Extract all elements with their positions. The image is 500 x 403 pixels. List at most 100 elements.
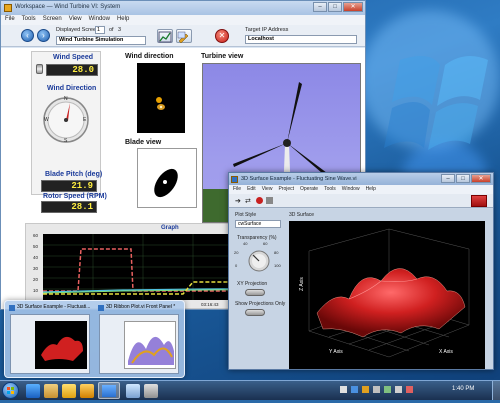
knob-tick: 40 xyxy=(243,241,248,246)
menu-window[interactable]: Window xyxy=(342,186,360,193)
taskbar-thumbnail-preview: 3D Surface Example - Fluctuati... 3D Rib… xyxy=(4,300,185,378)
window-titlebar[interactable]: 3D Surface Example - Fluctuating Sine Wa… xyxy=(229,173,493,185)
surface-plot-title: 3D Surface xyxy=(289,212,315,218)
network-icon[interactable] xyxy=(384,386,391,393)
menu-file[interactable]: File xyxy=(5,16,15,24)
blade-view-title: Blade view xyxy=(125,139,162,146)
plot-style-label: Plot Style xyxy=(235,212,257,218)
maximize-button[interactable]: □ xyxy=(328,2,342,12)
turbine-top-view xyxy=(156,97,165,110)
menu-bar: File Edit View Project Operate Tools Win… xyxy=(229,185,493,194)
tray-icon[interactable] xyxy=(351,386,358,393)
surface-front-panel: Plot Style cwSurface Transparency (%) 0 … xyxy=(229,209,493,369)
target-ip-field[interactable]: Localhost xyxy=(245,35,357,44)
windows-logo-icon xyxy=(7,387,14,394)
arrow-right-icon: › xyxy=(42,31,45,40)
minimize-button[interactable]: – xyxy=(313,2,327,12)
graph-x-tick: 03:16:43 xyxy=(201,302,219,307)
close-button[interactable]: ✕ xyxy=(471,174,491,183)
screen-index-field[interactable]: 1 xyxy=(95,26,105,34)
vi-icon xyxy=(9,305,15,311)
plot-style-select[interactable]: cwSurface xyxy=(235,220,281,228)
back-button[interactable]: ‹ xyxy=(21,29,34,42)
stop-button[interactable]: ✕ xyxy=(215,29,229,43)
menu-window[interactable]: Window xyxy=(89,16,110,24)
flag-icon[interactable] xyxy=(406,386,413,393)
workspace-icon[interactable] xyxy=(80,384,94,398)
start-button[interactable] xyxy=(2,382,19,399)
menu-tools[interactable]: Tools xyxy=(22,16,36,24)
graph-title: Graph xyxy=(161,225,179,231)
graph-y-tick: 30 xyxy=(33,266,39,271)
app-icon xyxy=(4,4,12,12)
menu-file[interactable]: File xyxy=(233,186,241,193)
thumbnail-3d-surface[interactable]: 3D Surface Example - Fluctuati... xyxy=(8,303,92,375)
run-arrow-icon[interactable]: ➔ xyxy=(235,197,241,205)
compass-south: S xyxy=(64,138,68,144)
pencil-icon xyxy=(177,31,189,44)
chart-button[interactable] xyxy=(157,29,173,43)
volume-icon[interactable] xyxy=(395,386,402,393)
knob-tick: 20 xyxy=(234,250,239,255)
active-task-button[interactable] xyxy=(98,382,120,399)
menu-operate[interactable]: Operate xyxy=(300,186,318,193)
rotor-speed-value: 28.1 xyxy=(41,201,97,213)
ie-icon[interactable] xyxy=(26,384,40,398)
show-projections-toggle[interactable] xyxy=(245,309,265,316)
xy-projection-toggle[interactable] xyxy=(245,289,265,296)
vi-icon xyxy=(98,305,104,311)
tray-icon[interactable] xyxy=(340,386,347,393)
compass-east: E xyxy=(83,117,87,123)
screen-name-select[interactable]: Wind Turbine Simulation xyxy=(56,36,146,45)
blade-pitch-label: Blade Pitch (deg) xyxy=(45,171,103,178)
surface-graphic xyxy=(308,228,470,358)
tool-icon[interactable] xyxy=(126,384,140,398)
menu-tools[interactable]: Tools xyxy=(324,186,336,193)
menu-view[interactable]: View xyxy=(262,186,273,193)
menu-help[interactable]: Help xyxy=(117,16,129,24)
clock[interactable]: 1:40 PM xyxy=(452,386,474,392)
thumbnail-3d-ribbon[interactable]: 3D Ribbon Plot.vi Front Panel * xyxy=(97,303,181,375)
labview-icon[interactable] xyxy=(62,384,76,398)
wind-speed-value: 28.0 xyxy=(46,64,98,76)
wind-direction-view-title: Wind direction xyxy=(125,53,174,60)
pause-icon[interactable] xyxy=(266,197,273,204)
close-button[interactable]: ✕ xyxy=(343,2,363,12)
window-titlebar[interactable]: Workspace — Wind Turbine VI: System – □ … xyxy=(1,1,365,15)
menu-bar: File Tools Screen View Window Help xyxy=(1,15,365,25)
blade-view xyxy=(137,148,197,208)
show-desktop-button[interactable] xyxy=(492,381,500,400)
graph-y-tick: 10 xyxy=(33,288,39,293)
menu-view[interactable]: View xyxy=(69,16,82,24)
3d-surface-plot[interactable]: Z Axis Y Axis X Axis xyxy=(289,221,485,369)
forward-button[interactable]: › xyxy=(37,29,50,42)
app-icon[interactable] xyxy=(144,384,158,398)
graph-y-tick: 60 xyxy=(33,233,39,238)
abort-icon[interactable] xyxy=(256,197,263,204)
compass-north: N xyxy=(64,96,68,102)
wind-speed-label: Wind Speed xyxy=(53,54,93,61)
3d-surface-window[interactable]: 3D Surface Example - Fluctuating Sine Wa… xyxy=(228,172,494,370)
menu-help[interactable]: Help xyxy=(366,186,376,193)
run-continuous-icon[interactable]: ⇄ xyxy=(245,197,251,205)
edit-button[interactable] xyxy=(176,29,192,44)
tray-icon[interactable] xyxy=(362,386,369,393)
tray-icon[interactable] xyxy=(373,386,380,393)
explorer-icon[interactable] xyxy=(44,384,58,398)
menu-edit[interactable]: Edit xyxy=(247,186,256,193)
vi-stack-icon xyxy=(102,385,116,397)
menu-screen[interactable]: Screen xyxy=(43,16,62,24)
transparency-knob[interactable] xyxy=(239,243,279,279)
turbine-view-title: Turbine view xyxy=(201,53,244,60)
menu-project[interactable]: Project xyxy=(278,186,294,193)
screen-of-label: of xyxy=(109,27,114,33)
maximize-button[interactable]: □ xyxy=(456,174,470,183)
toolbar: ‹ › Displayed Screen: 1 of 3 Wind Turbin… xyxy=(1,25,365,47)
minimize-button[interactable]: – xyxy=(441,174,455,183)
wind-direction-label: Wind Direction xyxy=(47,85,97,92)
target-ip-label: Target IP Address xyxy=(245,27,289,33)
blade-pitch-value: 21.9 xyxy=(41,180,97,192)
x-icon: ✕ xyxy=(218,31,226,40)
arrow-left-icon: ‹ xyxy=(26,31,29,40)
system-tray xyxy=(340,386,413,393)
